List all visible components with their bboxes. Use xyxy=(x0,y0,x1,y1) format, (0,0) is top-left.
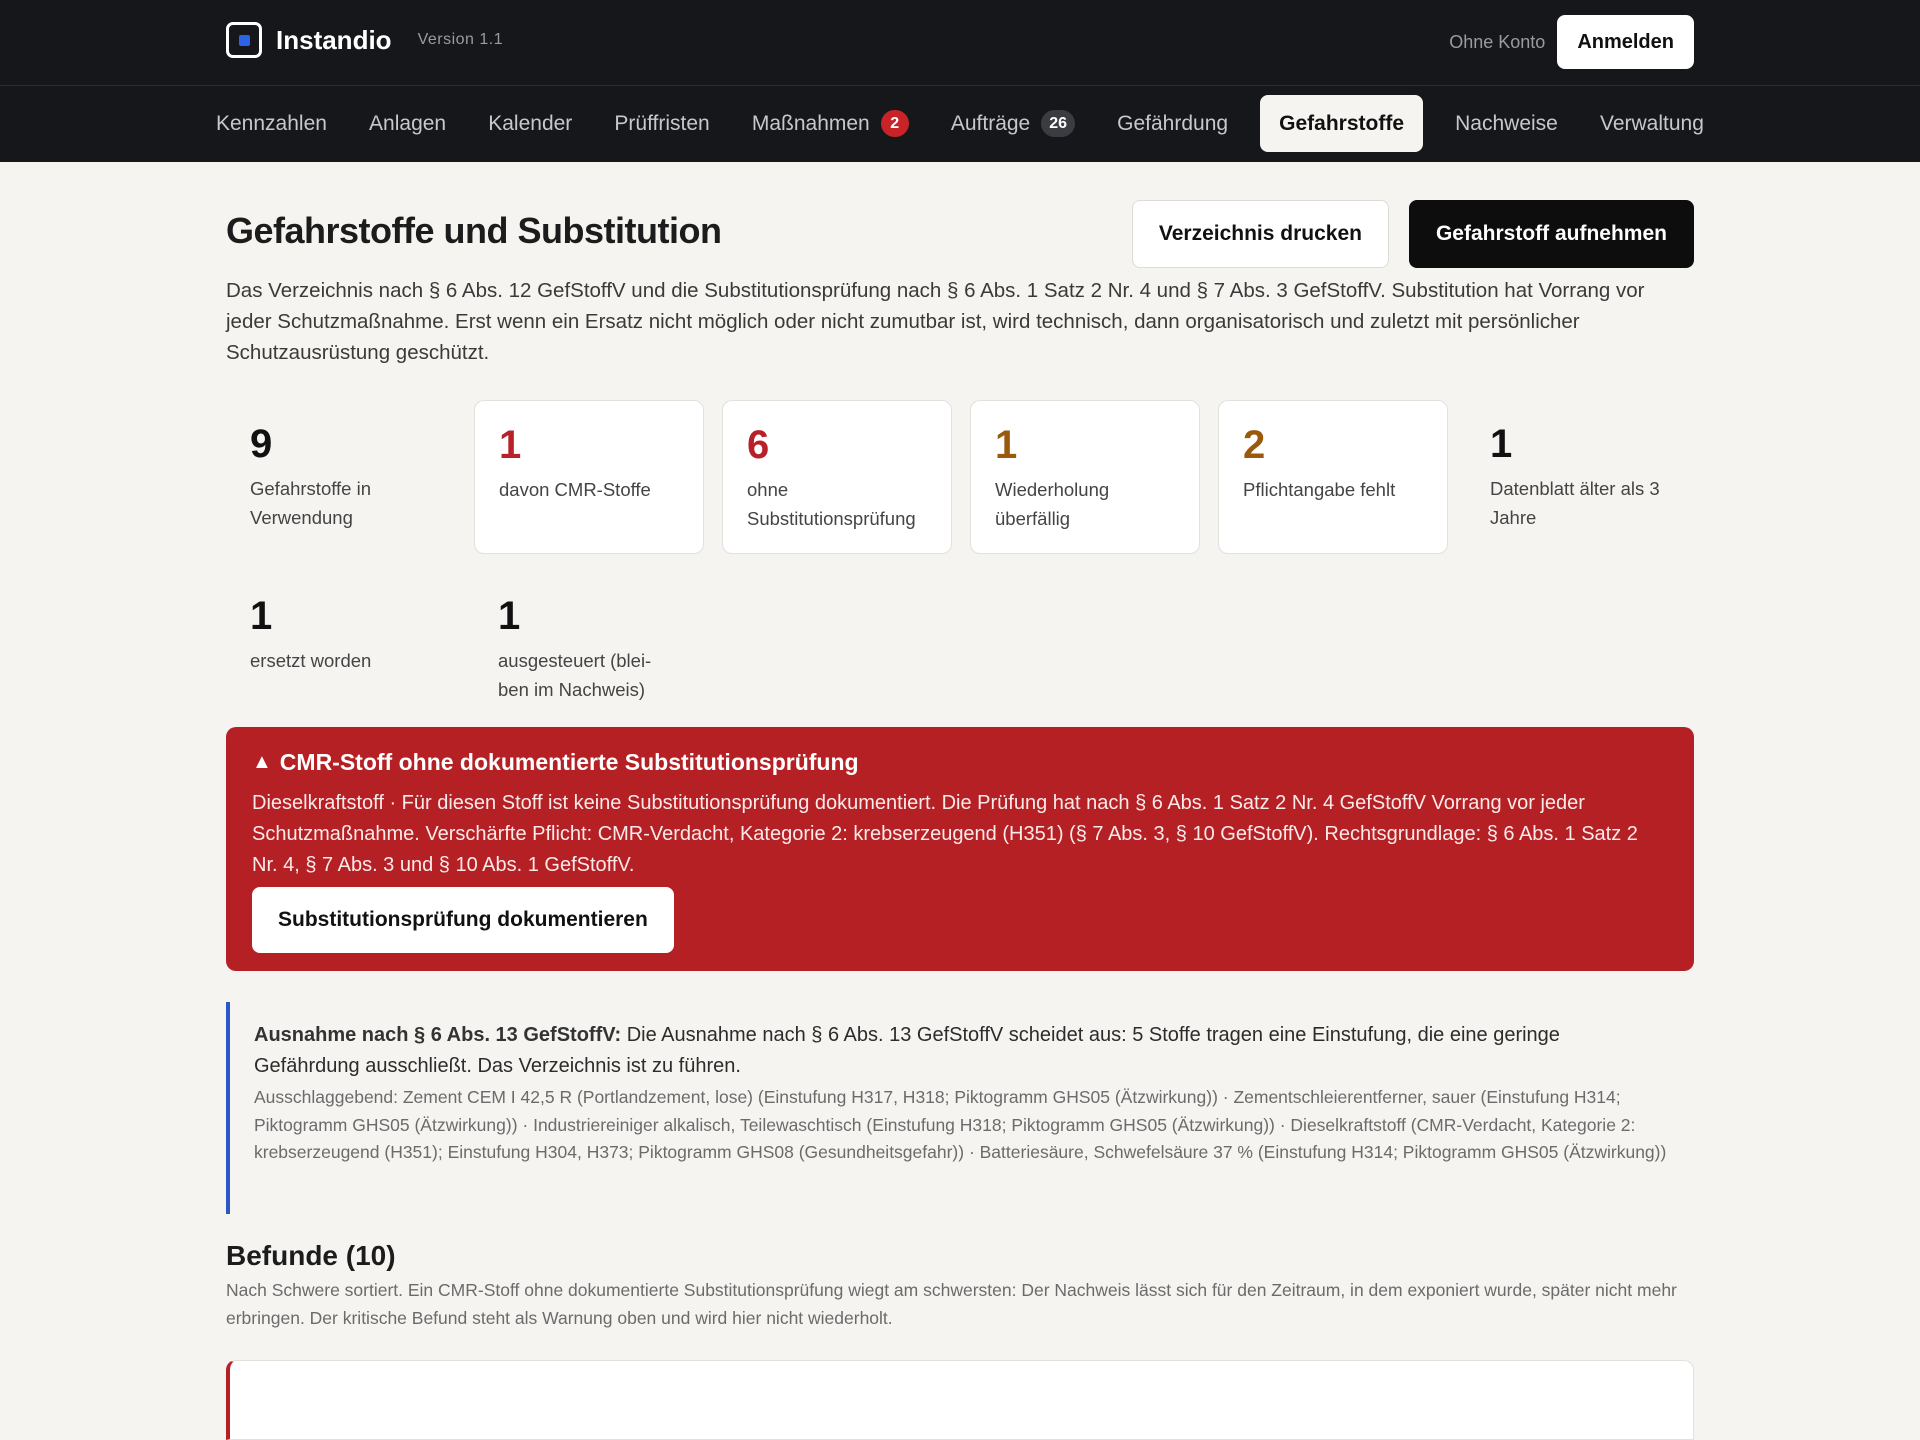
stat-tile: 9 Gefahrstoffe in Verwendung xyxy=(226,400,456,554)
exception-lead: Ausnahme nach § 6 Abs. 13 GefStoffV: xyxy=(254,1024,622,1046)
app-name: Instandio xyxy=(276,24,392,55)
document-substitution-check-button[interactable]: Substitutionsprüfung dokumentieren xyxy=(252,887,674,953)
stat-label: ersetzt worden xyxy=(250,650,372,671)
stat-value: 9 xyxy=(250,422,273,466)
findings-description: Nach Schwere sortiert. Ein CMR-Stoff ohn… xyxy=(226,1280,1677,1328)
stat-value: 1 xyxy=(498,594,521,638)
page-intro: Das Verzeichnis nach § 6 Abs. 12 GefStof… xyxy=(226,279,1645,364)
stat-label: Wiederholung überfällig xyxy=(995,479,1110,529)
tab-anlagen[interactable]: Anlagen xyxy=(359,95,456,152)
stat-tile: 1 ausgesteuert (blei-ben im Nachweis) xyxy=(474,572,704,726)
account-area: Ohne Konto Anmelden xyxy=(1449,15,1694,69)
finding-card[interactable] xyxy=(226,1360,1694,1440)
account-status: Ohne Konto xyxy=(1449,31,1546,52)
page-header: Gefahrstoffe und Substitution Verzeichni… xyxy=(226,200,1694,268)
login-button[interactable]: Anmelden xyxy=(1557,15,1694,69)
tab-nachweise[interactable]: Nachweise xyxy=(1445,95,1568,152)
add-hazardous-substance-button[interactable]: Gefahrstoff aufnehmen xyxy=(1408,200,1694,268)
app-version: Version 1.1 xyxy=(417,31,504,48)
tab-label: Gefahrstoffe xyxy=(1279,111,1405,135)
warning-triangle-icon: ▲ xyxy=(252,751,272,773)
nav-tabs: Kennzahlen Anlagen Kalender Prüffristen Maßn… xyxy=(206,95,1714,152)
tab-gefahrstoffe[interactable]: Gefahrstoffe xyxy=(1260,95,1424,152)
tab-label: Verwaltung xyxy=(1599,111,1704,135)
cmr-alert: ▲ CMR-Stoff ohne dokumentierte Substitut… xyxy=(226,727,1694,971)
exception-note: Ausnahme nach § 6 Abs. 13 GefStoffV: Die… xyxy=(226,1002,1694,1214)
stat-label: ausgesteuert (blei-ben im Nachweis) xyxy=(498,650,652,700)
stat-label: Pflichtangabe fehlt xyxy=(1243,479,1396,500)
stat-value: 1 xyxy=(250,594,273,638)
app-logo-icon xyxy=(226,22,262,58)
tab-label: Gefährdung xyxy=(1117,111,1229,135)
stat-value: 2 xyxy=(1243,423,1266,467)
alert-title-text: CMR-Stoff ohne dokumentierte Substitutio… xyxy=(279,749,859,775)
count-badge: 2 xyxy=(880,110,909,137)
stat-label: Datenblatt älter als 3 Jahre xyxy=(1490,478,1660,528)
tab-maßnahmen[interactable]: Maßnahmen 2 xyxy=(742,95,919,152)
count-badge: 26 xyxy=(1041,110,1076,137)
tab-prüffristen[interactable]: Prüffristen xyxy=(604,95,719,152)
tab-aufträge[interactable]: Aufträge 26 xyxy=(941,95,1085,152)
stat-value: 6 xyxy=(747,423,770,467)
stat-tile: 1 ersetzt worden xyxy=(226,572,456,726)
exception-main: Ausnahme nach § 6 Abs. 13 GefStoffV: Die… xyxy=(254,1020,1670,1082)
tab-label: Aufträge xyxy=(950,111,1031,135)
stat-label: ohne Substitutionsprüfung xyxy=(747,479,916,529)
tab-label: Maßnahmen xyxy=(751,111,870,135)
page-title: Gefahrstoffe und Substitution xyxy=(226,210,722,251)
top-bar: Instandio Version 1.1 Ohne Konto Anmelde… xyxy=(0,0,1920,86)
tab-label: Kalender xyxy=(488,111,573,135)
alert-text: Dieselkraftstoff · Für diesen Stoff ist … xyxy=(252,792,1638,876)
stat-tile[interactable]: 2 Pflichtangabe fehlt xyxy=(1218,400,1448,554)
tab-gefährdung[interactable]: Gefährdung xyxy=(1107,95,1238,152)
tab-label: Nachweise xyxy=(1455,111,1558,135)
main-navigation: Kennzahlen Anlagen Kalender Prüffristen Maßn… xyxy=(0,86,1920,162)
tab-label: Kennzahlen xyxy=(216,111,327,135)
tab-verwaltung[interactable]: Verwaltung xyxy=(1590,95,1714,152)
tab-kennzahlen[interactable]: Kennzahlen xyxy=(206,95,337,152)
alert-title: ▲ CMR-Stoff ohne dokumentierte Substitut… xyxy=(252,749,1668,776)
brand[interactable]: Instandio Version 1.1 xyxy=(226,22,503,58)
stat-tile[interactable]: 6 ohne Substitutionsprüfung xyxy=(722,400,952,554)
stat-label: Gefahrstoffe in Verwendung xyxy=(250,478,372,528)
findings-title: Befunde (10) xyxy=(226,1240,396,1271)
stat-tile: 1 Datenblatt älter als 3 Jahre xyxy=(1466,400,1696,554)
print-register-button[interactable]: Verzeichnis drucken xyxy=(1131,200,1389,268)
header-actions: Verzeichnis drucken Gefahrstoff aufnehme… xyxy=(1131,200,1694,268)
tab-kalender[interactable]: Kalender xyxy=(478,95,582,152)
stat-label: davon CMR-Stoffe xyxy=(499,479,651,500)
tab-label: Prüffristen xyxy=(614,111,710,135)
tab-label: Anlagen xyxy=(369,111,447,135)
exception-detail: Ausschlaggebend: Zement CEM I 42,5 R (Po… xyxy=(254,1087,1667,1162)
stat-value: 1 xyxy=(995,423,1018,467)
stat-tile[interactable]: 1 Wiederholung überfällig xyxy=(970,400,1200,554)
stat-tile[interactable]: 1 davon CMR-Stoffe xyxy=(474,400,704,554)
stat-value: 1 xyxy=(1490,422,1513,466)
stat-value: 1 xyxy=(499,423,522,467)
